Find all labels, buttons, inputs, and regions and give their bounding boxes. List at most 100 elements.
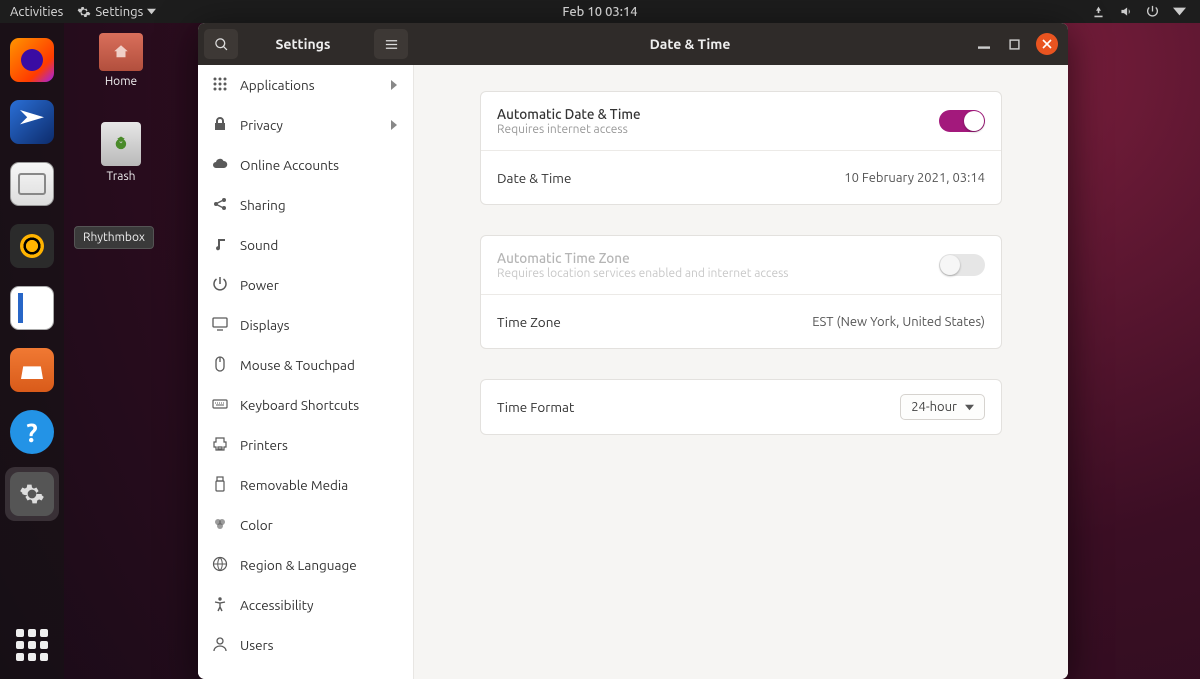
desktop-icon-trash[interactable]: Trash [86, 122, 156, 183]
users-icon [212, 636, 228, 655]
system-status-area[interactable] [1092, 5, 1200, 18]
settings-icon [10, 472, 54, 516]
mouse-icon [212, 356, 228, 375]
chevron-right-icon [389, 120, 399, 130]
globe-icon [212, 556, 228, 575]
sidebar-item-region-language[interactable]: Region & Language [198, 545, 413, 585]
music-icon [212, 236, 228, 255]
auto-datetime-label: Automatic Date & Time [497, 106, 641, 122]
timezone-label: Time Zone [497, 314, 561, 330]
dock-app-files[interactable] [5, 157, 59, 211]
menu-icon [384, 37, 399, 52]
sidebar-item-mouse-touchpad[interactable]: Mouse & Touchpad [198, 345, 413, 385]
dock-app-settings[interactable] [5, 467, 59, 521]
time-format-select[interactable]: 24-hour [900, 394, 985, 420]
chevron-right-icon [389, 80, 399, 90]
network-icon [1092, 5, 1105, 18]
time-format-card: Time Format 24-hour [480, 379, 1002, 435]
maximize-button[interactable] [1006, 36, 1022, 52]
lock-icon [212, 116, 228, 135]
sidebar-item-label: Mouse & Touchpad [240, 357, 399, 373]
dock-app-thunderbird[interactable] [5, 95, 59, 149]
clock[interactable]: Feb 10 03:14 [562, 5, 637, 19]
desktop-icon-home[interactable]: Home [86, 33, 156, 88]
sidebar-item-keyboard-shortcuts[interactable]: Keyboard Shortcuts [198, 385, 413, 425]
sidebar-item-label: Sound [240, 237, 399, 253]
share-icon [212, 196, 228, 215]
power-icon [212, 276, 228, 295]
sidebar-item-label: Users [240, 637, 399, 653]
auto-datetime-switch[interactable] [939, 110, 985, 132]
row-datetime[interactable]: Date & Time 10 February 2021, 03:14 [481, 150, 1001, 204]
sidebar-item-power[interactable]: Power [198, 265, 413, 305]
datetime-card: Automatic Date & Time Requires internet … [480, 91, 1002, 205]
datetime-label: Date & Time [497, 170, 571, 186]
app-menu[interactable]: Settings [77, 5, 156, 19]
ubuntu-software-icon [10, 348, 54, 392]
window-title: Date & Time [414, 36, 966, 52]
dock-app-software[interactable] [5, 343, 59, 397]
hamburger-button[interactable] [374, 29, 408, 59]
power-icon [1146, 5, 1159, 18]
settings-window: Settings Date & Time Applications Privacy… [198, 23, 1068, 679]
rhythmbox-icon [10, 224, 54, 268]
sidebar-item-label: Online Accounts [240, 157, 399, 173]
close-button[interactable] [1036, 33, 1058, 55]
sidebar-item-label: Sharing [240, 197, 399, 213]
sidebar-item-accessibility[interactable]: Accessibility [198, 585, 413, 625]
search-icon [214, 37, 229, 52]
sidebar-item-label: Color [240, 517, 399, 533]
cloud-icon [212, 156, 228, 175]
time-format-label: Time Format [497, 399, 574, 415]
libreoffice-writer-icon [10, 286, 54, 330]
dock-app-help[interactable]: ? [5, 405, 59, 459]
sidebar-item-removable-media[interactable]: Removable Media [198, 465, 413, 505]
trash-icon [101, 122, 141, 166]
activities-button[interactable]: Activities [10, 5, 63, 19]
sidebar-item-label: Power [240, 277, 399, 293]
row-auto-datetime: Automatic Date & Time Requires internet … [481, 92, 1001, 150]
sidebar-item-color[interactable]: Color [198, 505, 413, 545]
search-button[interactable] [204, 29, 238, 59]
sidebar-item-privacy[interactable]: Privacy [198, 105, 413, 145]
volume-icon [1119, 5, 1132, 18]
sidebar-item-displays[interactable]: Displays [198, 305, 413, 345]
sidebar-item-label: Region & Language [240, 557, 399, 573]
sidebar-item-label: Printers [240, 437, 399, 453]
display-icon [212, 316, 228, 335]
timezone-value: EST (New York, United States) [812, 315, 985, 329]
dock-app-firefox[interactable] [5, 33, 59, 87]
thunderbird-icon [10, 100, 54, 144]
chevron-down-icon [147, 7, 156, 16]
window-titlebar[interactable]: Settings Date & Time [198, 23, 1068, 65]
sidebar-item-online-accounts[interactable]: Online Accounts [198, 145, 413, 185]
minimize-button[interactable] [976, 36, 992, 52]
firefox-icon [10, 38, 54, 82]
dock-app-writer[interactable] [5, 281, 59, 335]
auto-datetime-sub: Requires internet access [497, 123, 641, 136]
row-timezone[interactable]: Time Zone EST (New York, United States) [481, 294, 1001, 348]
printer-icon [212, 436, 228, 455]
sidebar-item-label: Privacy [240, 117, 377, 133]
sidebar-item-label: Removable Media [240, 477, 399, 493]
sidebar-item-sharing[interactable]: Sharing [198, 185, 413, 225]
sidebar-item-applications[interactable]: Applications [198, 65, 413, 105]
minimize-icon [978, 38, 990, 50]
show-applications-button[interactable] [16, 629, 48, 661]
timezone-card: Automatic Time Zone Requires location se… [480, 235, 1002, 349]
settings-content: Automatic Date & Time Requires internet … [414, 65, 1068, 679]
usb-icon [212, 476, 228, 495]
auto-timezone-sub: Requires location services enabled and i… [497, 267, 789, 280]
dock: ? [0, 23, 64, 679]
chevron-down-icon [965, 403, 974, 412]
files-icon [10, 162, 54, 206]
dock-app-rhythmbox[interactable] [5, 219, 59, 273]
sidebar-item-printers[interactable]: Printers [198, 425, 413, 465]
sidebar-item-label: Displays [240, 317, 399, 333]
auto-timezone-switch [939, 254, 985, 276]
sidebar-item-label: Applications [240, 77, 377, 93]
sidebar-item-users[interactable]: Users [198, 625, 413, 665]
time-format-value: 24-hour [911, 400, 957, 414]
sidebar-item-sound[interactable]: Sound [198, 225, 413, 265]
sidebar-item-label: Accessibility [240, 597, 399, 613]
